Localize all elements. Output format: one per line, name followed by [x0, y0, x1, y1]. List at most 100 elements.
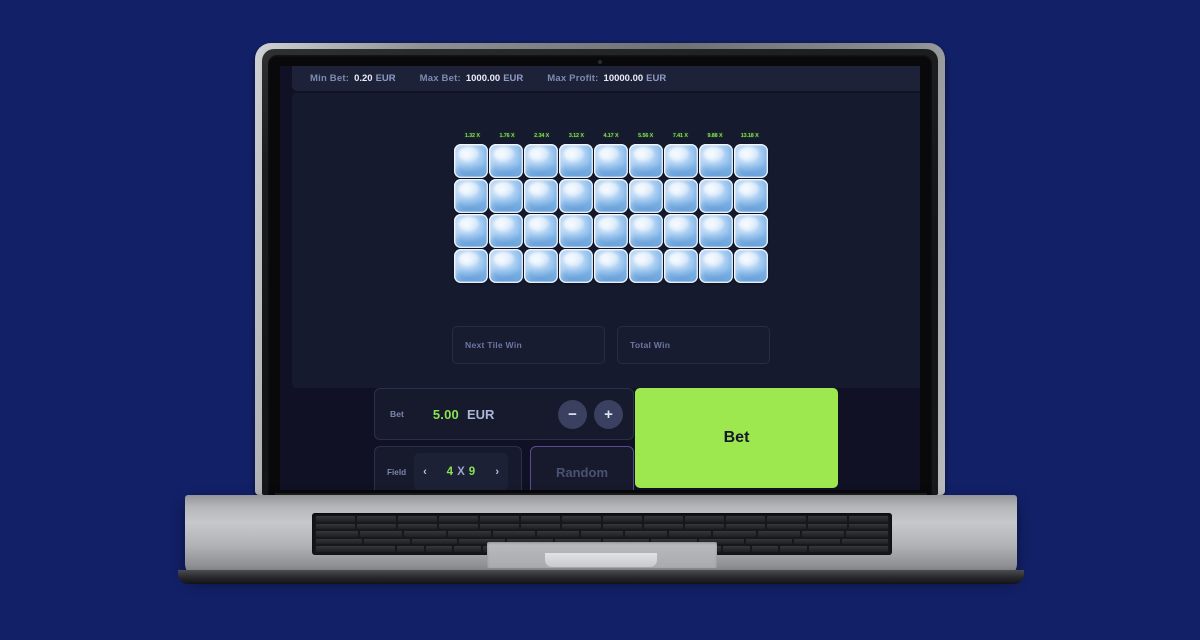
ice-cube-icon[interactable] [524, 179, 558, 213]
game-app: Min Bet: 0.20 EUR Max Bet: 1000.00 EUR M… [280, 66, 920, 490]
ice-cube-icon[interactable] [734, 179, 768, 213]
multiplier-label: 1.76 X [499, 133, 515, 139]
keyboard-key [644, 523, 683, 530]
bet-decrease-button[interactable]: − [558, 399, 587, 429]
ice-cube-icon[interactable] [454, 179, 488, 213]
keyboard-key [808, 546, 888, 552]
multiplier-label: 9.88 X [707, 133, 723, 139]
keyboard-key [316, 531, 359, 537]
keyboard-key [757, 531, 800, 537]
bet-button[interactable]: Bet [635, 388, 838, 488]
bet-amount-field[interactable]: Bet 5.00 EUR − + [374, 388, 634, 440]
ice-cube-icon[interactable] [559, 144, 593, 178]
keyboard-key [801, 531, 844, 537]
keyboard-key [454, 546, 481, 552]
keyboard-key [404, 531, 447, 537]
multiplier-label: 3.12 X [568, 133, 584, 139]
ice-cube-icon[interactable] [629, 214, 663, 248]
ice-cube-icon[interactable] [734, 144, 768, 178]
ice-cube-icon[interactable] [699, 179, 733, 213]
max-profit-currency: EUR [646, 73, 667, 84]
ice-cube-icon[interactable] [559, 249, 593, 283]
keyboard-key [521, 516, 560, 522]
keyboard-key [723, 546, 750, 552]
keyboard-key [521, 523, 560, 530]
chevron-right-icon[interactable]: › [495, 466, 499, 478]
keyboard-key [669, 531, 712, 537]
ice-cube-icon[interactable] [664, 214, 698, 248]
ice-cube-icon[interactable] [524, 214, 558, 248]
keyboard-key [603, 523, 642, 530]
max-profit-group: Max Profit: 10000.00 EUR [547, 73, 666, 84]
ice-cube-icon[interactable] [524, 144, 558, 178]
field-cols-value: 9 [468, 466, 476, 478]
multiplier-label: 5.56 X [638, 133, 654, 139]
ice-cube-icon[interactable] [594, 249, 628, 283]
bet-increase-button[interactable]: + [594, 399, 623, 429]
keyboard-key [751, 546, 779, 552]
ice-cube-icon[interactable] [594, 214, 628, 248]
ice-cube-icon[interactable] [734, 214, 768, 248]
ice-cube-icon[interactable] [454, 144, 488, 178]
max-profit-value: 10000.00 [603, 73, 644, 84]
max-bet-group: Max Bet: 1000.00 EUR [420, 73, 524, 84]
keyboard-row [316, 516, 888, 522]
ice-cube-icon[interactable] [524, 249, 558, 283]
ice-cube-icon[interactable] [629, 179, 663, 213]
ice-cube-icon[interactable] [594, 144, 628, 178]
front-latch [545, 553, 657, 567]
keyboard-key [767, 516, 806, 522]
ice-cube-icon[interactable] [454, 249, 488, 283]
ice-cube-icon[interactable] [489, 144, 523, 178]
ice-cube-icon[interactable] [629, 249, 663, 283]
keyboard-key [808, 523, 847, 530]
keyboard-key [746, 538, 793, 545]
keyboard-key [794, 538, 841, 545]
field-separator: X [457, 466, 466, 478]
ice-cube-icon[interactable] [489, 249, 523, 283]
ice-cube-icon[interactable] [699, 144, 733, 178]
keyboard-row [316, 531, 889, 537]
min-bet-group: Min Bet: 0.20 EUR [310, 73, 396, 84]
ice-cube-icon[interactable] [664, 249, 698, 283]
ice-cube-icon[interactable] [734, 249, 768, 283]
min-bet-label: Min Bet: [310, 73, 350, 84]
next-tile-win-box: Next Tile Win [452, 326, 605, 364]
chevron-left-icon[interactable]: ‹ [423, 466, 427, 478]
ice-cube-icon[interactable] [699, 214, 733, 248]
bet-stepper: − + [558, 399, 623, 429]
ice-cube-icon[interactable] [699, 249, 733, 283]
webcam-icon [598, 60, 602, 64]
random-button[interactable]: Random [530, 446, 634, 490]
ice-cube-icon[interactable] [559, 179, 593, 213]
keyboard-key [562, 523, 601, 530]
controls-bar: Bet 5.00 EUR − + Field ‹ 4 X 9 › Random … [280, 388, 920, 490]
ice-cube-icon[interactable] [454, 214, 488, 248]
keyboard-key [439, 516, 478, 522]
ice-cube-icon[interactable] [559, 214, 593, 248]
ice-cube-icon[interactable] [664, 179, 698, 213]
next-tile-win-label: Next Tile Win [465, 340, 522, 350]
keyboard-key [849, 523, 888, 530]
info-bar: Min Bet: 0.20 EUR Max Bet: 1000.00 EUR M… [292, 66, 920, 91]
total-win-box: Total Win [617, 326, 770, 364]
tile-grid[interactable] [454, 144, 768, 283]
keyboard-key [425, 546, 453, 552]
ice-cube-icon[interactable] [594, 179, 628, 213]
keyboard-key [726, 523, 765, 530]
keyboard-key [411, 538, 458, 545]
ice-cube-icon[interactable] [664, 144, 698, 178]
keyboard-key [562, 516, 601, 522]
field-size-field[interactable]: Field ‹ 4 X 9 › [374, 446, 522, 490]
keyboard-key [713, 531, 756, 537]
multiplier-label: 7.41 X [672, 133, 688, 139]
multiplier-label: 2.34 X [534, 133, 550, 139]
multiplier-label: 13.18 X [740, 133, 759, 139]
ice-cube-icon[interactable] [489, 179, 523, 213]
max-bet-label: Max Bet: [419, 73, 461, 84]
controls-second-row: Field ‹ 4 X 9 › Random [374, 446, 634, 490]
min-bet-currency: EUR [375, 73, 396, 84]
ice-cube-icon[interactable] [489, 214, 523, 248]
ice-cube-icon[interactable] [629, 144, 663, 178]
keyboard-key [316, 546, 396, 552]
